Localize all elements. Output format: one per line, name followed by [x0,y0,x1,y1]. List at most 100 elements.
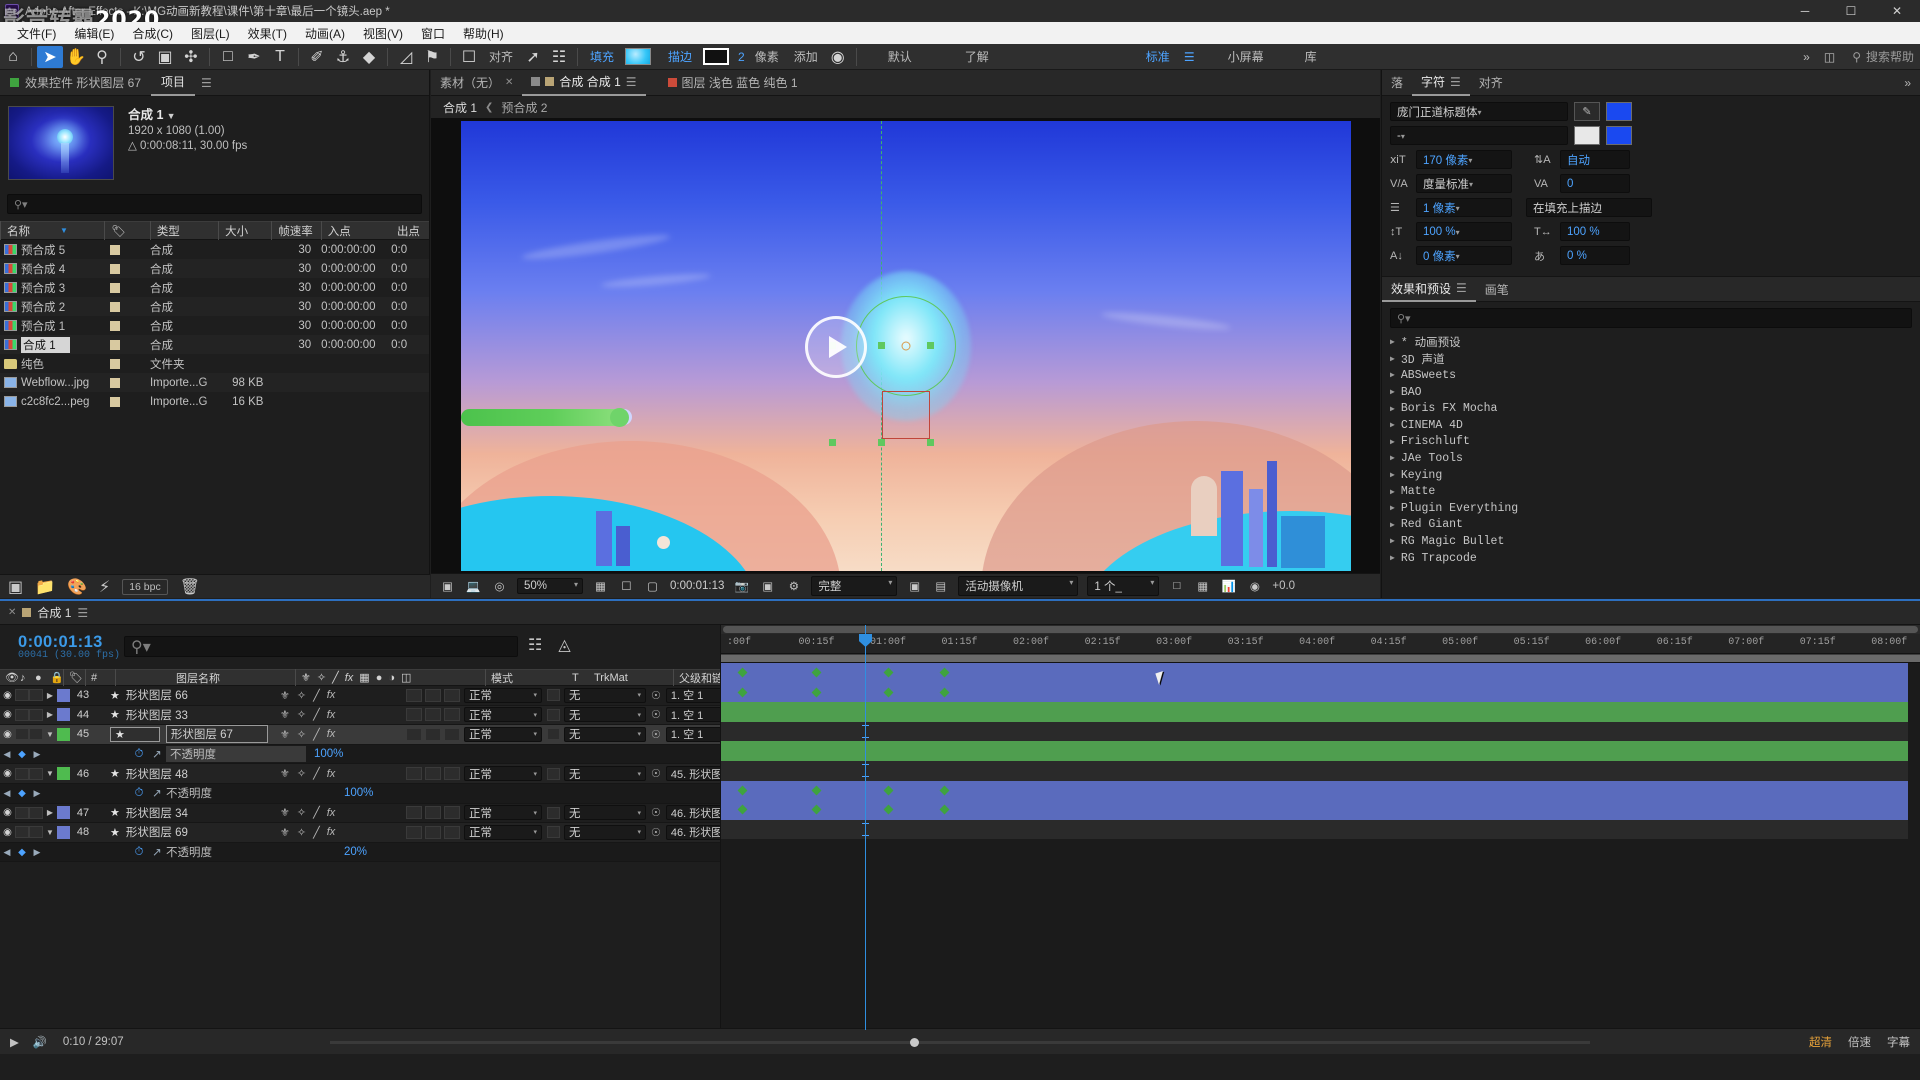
project-item-name-cell[interactable]: 预合成 2 [0,299,104,315]
fill-control[interactable]: 填充 [583,48,652,65]
prev-keyframe-icon[interactable]: ◀ [0,847,14,858]
effects-category-item[interactable]: ▶ Keying [1390,467,1920,484]
keyframe-nav-diamond-icon[interactable]: ◆ [14,749,30,760]
layer-switch-boxes[interactable] [402,767,464,781]
quality-switch-icon[interactable]: ╱ [313,826,320,839]
bit-depth-badge[interactable]: 16 bpc [122,578,168,595]
stroke-swatch[interactable] [703,48,730,65]
layer-name-cell[interactable]: ★ 形状图层 66 [96,687,274,703]
pick-whip-icon[interactable]: ☉ [651,728,661,741]
layer-name-col-header[interactable]: 图层名称 [115,669,295,686]
breadcrumb-comp1[interactable]: 合成 1 [443,99,477,116]
project-item-row[interactable]: 预合成 4 合成 30 0:00:00:00 0:0 [0,259,429,278]
viewer-timecode[interactable]: 0:00:01:13 [670,580,724,592]
align-checkbox[interactable]: ☐ [456,46,482,68]
menu-help[interactable]: 帮助(H) [454,23,513,44]
align-label[interactable]: 对齐 [482,48,520,65]
project-item-name-cell[interactable]: 预合成 1 [0,318,104,334]
layer-trkmat-select[interactable]: 无 [564,824,646,840]
delete-icon[interactable]: 🗑 [180,577,200,597]
project-item-row[interactable]: Webflow...jpg Importe...G 98 KB [0,373,429,392]
kerning-field[interactable]: 度量标准 [1416,174,1512,193]
transform-switch-icon[interactable]: ✧ [297,728,306,741]
layer-duration-bar[interactable] [721,800,1908,820]
pick-whip-icon[interactable]: ☉ [651,767,661,780]
project-item-label-color[interactable] [104,282,150,293]
layer-mode-select[interactable]: 正常 [464,766,542,782]
effects-category-item[interactable]: ▶ * 动画预设 [1390,334,1920,351]
layer-mode-select[interactable]: 正常 [464,726,542,742]
quality-switch-icon[interactable]: ╱ [313,708,320,721]
stroke-order-select[interactable]: 在填充上描边 [1526,198,1652,217]
anchor-point-tool[interactable]: ✣ [178,46,204,68]
zoom-tool[interactable]: ⚲ [89,46,115,68]
auto-leading-field[interactable]: 自动 [1560,150,1630,169]
stopwatch-icon[interactable]: ⏱ [130,846,148,859]
play-button-overlay[interactable] [804,315,867,378]
layer-preserve-transparency[interactable] [542,767,564,780]
timeline-search-input[interactable]: ⚲▾ [124,636,518,657]
effects-switch-icon[interactable]: fx [327,689,336,701]
timeline-tab-label[interactable]: 合成 1 [37,604,71,621]
eraser-tool[interactable]: ◆ [356,46,382,68]
brush-tool[interactable]: ✐ [304,46,330,68]
layer-solo-toggle[interactable] [29,708,43,721]
effects-switch-icon[interactable]: fx [327,826,336,838]
layer-mode-select[interactable]: 正常 [464,707,542,723]
views-select[interactable]: 1 个_ [1087,576,1160,596]
project-item-row[interactable]: 合成 1 合成 30 0:00:00:00 0:0 [0,335,429,354]
effects-category-item[interactable]: ▶ JAe Tools [1390,450,1920,467]
menu-composition[interactable]: 合成(C) [123,23,182,44]
layer-name-cell[interactable]: ★ 形状图层 34 [96,805,274,821]
chevron-down-icon[interactable]: ▼ [167,111,176,121]
no-color-swatch[interactable] [1606,126,1632,145]
menu-animation[interactable]: 动画(A) [296,23,354,44]
monitor-icon[interactable]: 💻 [465,579,482,594]
workspace-small-screen[interactable]: 小屏幕 [1202,48,1271,65]
mask-points-icon[interactable]: ☷ [546,46,572,68]
effects-category-item[interactable]: ▶ BAO [1390,384,1920,401]
project-item-name-cell[interactable]: 纯色 [0,356,104,372]
close-icon[interactable]: ✕ [505,77,513,88]
layer-mode-select[interactable]: 正常 [464,824,542,840]
exposure-value[interactable]: +0.0 [1272,580,1295,592]
stroke-control[interactable]: 描边 [661,48,730,65]
layer-video-toggle[interactable]: ◉ [0,768,15,779]
project-item-row[interactable]: 预合成 1 合成 30 0:00:00:00 0:0 [0,316,429,335]
project-item-label-color[interactable] [104,301,150,312]
playback-seekbar[interactable] [330,1038,1590,1047]
layer-audio-toggle[interactable] [15,689,29,702]
effects-switch-icon[interactable]: fx [327,768,336,780]
handle-tc[interactable] [877,341,885,349]
timeline-panel-menu-icon[interactable]: ☰ [77,606,88,620]
layer-trkmat-select[interactable]: 无 [564,766,646,782]
region-of-interest-icon[interactable]: ▣ [906,579,923,594]
layer-preserve-transparency[interactable] [542,826,564,839]
tab-effect-controls[interactable]: 效果控件 形状图层 67 [0,70,151,96]
resolution-select[interactable]: 完整 [811,576,898,596]
effects-category-item[interactable]: ▶ 3D 声道 [1390,351,1920,368]
layer-video-toggle[interactable]: ◉ [0,690,15,701]
layer-audio-toggle[interactable] [15,728,29,741]
quality-switch-icon[interactable]: ╱ [313,806,320,819]
layer-expand-twirl[interactable]: ▶ [43,808,57,817]
layer-solo-toggle[interactable] [29,728,43,741]
snapshot-icon[interactable]: 📷 [733,579,750,594]
workspace-menu-icon[interactable]: ☰ [1177,50,1202,64]
effects-category-item[interactable]: ▶ Boris FX Mocha [1390,400,1920,417]
transparency-grid-icon[interactable]: ▤ [932,579,949,594]
layer-name-cell[interactable]: ★ 形状图层 33 [96,707,274,723]
tab-paragraph[interactable]: 落 [1382,70,1412,96]
parent-switch-icon[interactable]: ⚜ [280,806,290,819]
puppet-pin-tool[interactable]: ⚑ [419,46,445,68]
maximize-button[interactable]: ☐ [1828,0,1874,22]
menu-file[interactable]: 文件(F) [8,23,65,44]
layer-color-chip[interactable] [57,767,70,781]
keyframe-nav-diamond-icon[interactable]: ◆ [14,847,30,858]
font-family-select[interactable]: 庞门正道标题体 [1390,102,1568,121]
draft-3d-icon[interactable]: ◬ [558,635,570,655]
project-item-name-cell[interactable]: 预合成 3 [0,280,104,296]
layer-switches[interactable]: ⚜ ✧ ╱ fx [274,689,402,702]
roto-brush-tool[interactable]: ◿ [393,46,419,68]
effects-category-item[interactable]: ▶ Red Giant [1390,517,1920,534]
